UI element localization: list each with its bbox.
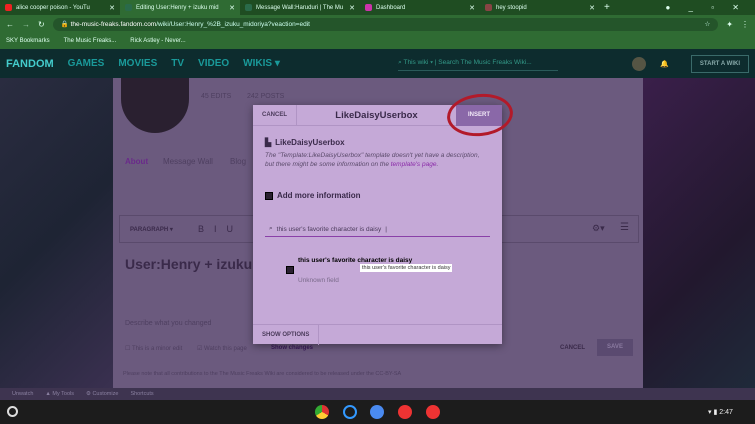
nav-games[interactable]: GAMES: [68, 58, 105, 69]
files-icon[interactable]: [370, 405, 384, 419]
tab-icon: [485, 4, 492, 11]
minor-edit-checkbox[interactable]: ☐ This is a minor edit: [125, 345, 182, 352]
start-wiki-button[interactable]: START A WIKI: [690, 54, 749, 73]
nav-movies[interactable]: MOVIES: [118, 58, 157, 69]
fandom-icon: [245, 4, 252, 11]
paragraph-dropdown[interactable]: PARAGRAPH ▾: [130, 226, 173, 233]
wiki-toolbar: Unwatch ▲ My Tools ⚙ Customize Shortcuts: [0, 388, 755, 400]
add-more-heading: Add more information: [265, 191, 490, 200]
close-icon[interactable]: ✕: [109, 4, 115, 12]
show-options-button[interactable]: SHOW OPTIONS: [253, 325, 320, 345]
bookmark-item[interactable]: The Music Freaks...: [64, 38, 117, 44]
bookmark-item[interactable]: SKY Bookmarks: [6, 38, 50, 44]
lock-icon: 🔒: [60, 21, 71, 28]
template-page-link[interactable]: template's page: [391, 161, 437, 168]
tab-about[interactable]: About: [125, 157, 148, 166]
launcher-icon[interactable]: [7, 406, 18, 417]
cancel-button[interactable]: CANCEL: [253, 104, 297, 126]
extensions-icon[interactable]: ✦: [726, 20, 733, 29]
wiki-search[interactable]: ⌕ This wiki ▾ | Search The Music Freaks …: [398, 56, 559, 71]
show-changes-button[interactable]: Show changes: [271, 345, 313, 351]
parameter-suggestion[interactable]: this user's favorite character is daisy …: [278, 257, 502, 289]
star-icon[interactable]: ☆: [704, 20, 710, 28]
hamburger-icon[interactable]: ☰: [620, 222, 629, 233]
forward-icon[interactable]: →: [22, 20, 30, 29]
template-description: The "Template:LikeDaisyUserbox" template…: [265, 152, 480, 168]
fandom-icon: [125, 4, 132, 11]
avatar[interactable]: [632, 56, 647, 71]
gallery-icon[interactable]: [398, 405, 412, 419]
new-tab-button[interactable]: +: [604, 2, 610, 13]
taskbar: ▾ ▮ 2:47: [0, 400, 755, 424]
profile-avatar: [121, 78, 189, 133]
tab-blog[interactable]: Blog: [230, 157, 246, 166]
back-icon[interactable]: ←: [6, 20, 14, 29]
watch-checkbox[interactable]: ☑ Watch this page: [197, 345, 247, 352]
bell-icon[interactable]: 🔔: [660, 60, 669, 68]
reload-icon[interactable]: ↻: [38, 20, 45, 29]
dialog-footer: SHOW OPTIONS: [253, 324, 502, 345]
summary-input[interactable]: Describe what you changed: [125, 320, 211, 327]
nav-video[interactable]: VIDEO: [198, 58, 229, 69]
background-art-right: [643, 78, 755, 388]
nav-tv[interactable]: TV: [171, 58, 184, 69]
fandom-logo[interactable]: FANDOM: [6, 58, 54, 70]
browser-tab[interactable]: alice cooper poison - YouTu ✕: [0, 0, 120, 15]
browser-tab[interactable]: Message Wall:Haruduri | The Mu ✕: [240, 0, 360, 15]
bookmarks-bar: SKY Bookmarks The Music Freaks... Rick A…: [0, 33, 755, 49]
parameter-icon: [286, 266, 294, 274]
save-button[interactable]: SAVE: [597, 339, 633, 356]
close-icon[interactable]: ✕: [229, 4, 235, 12]
url-input[interactable]: 🔒 the-music-freaks.fandom.com/wiki/User:…: [52, 17, 719, 31]
my-tools-link[interactable]: ▲ My Tools: [45, 391, 74, 397]
fandom-nav: FANDOM GAMES MOVIES TV VIDEO WIKIS ▾ ⌕ T…: [0, 49, 755, 78]
shortcuts-link[interactable]: Shortcuts: [130, 391, 153, 397]
close-icon[interactable]: ✕: [589, 4, 595, 12]
tooltip: this user's favorite character is daisy: [360, 264, 453, 272]
dashboard-icon: [365, 4, 372, 11]
browser-tab[interactable]: Dashboard ✕: [360, 0, 480, 15]
format-buttons[interactable]: BIU: [198, 224, 243, 234]
nav-wikis[interactable]: WIKIS ▾: [243, 58, 280, 69]
search-icon: ⌕: [269, 225, 273, 232]
tab-message-wall[interactable]: Message Wall: [163, 157, 213, 166]
close-icon[interactable]: ✕: [469, 4, 475, 12]
template-heading: ▙ LikeDaisyUserbox: [265, 138, 345, 147]
gear-icon[interactable]: ⚙▾: [592, 223, 605, 234]
calendar-icon[interactable]: [426, 405, 440, 419]
menu-icon[interactable]: ⋮: [741, 20, 749, 29]
cancel-edit-button[interactable]: CANCEL: [560, 345, 585, 351]
unwatch-link[interactable]: Unwatch: [12, 391, 33, 397]
license-notice: Please note that all contributions to th…: [123, 371, 402, 377]
sync-icon[interactable]: [343, 405, 357, 419]
close-icon[interactable]: ✕: [349, 4, 355, 12]
tab-strip: alice cooper poison - YouTu ✕ Editing Use…: [0, 0, 755, 15]
address-bar-row: ← → ↻ 🔒 the-music-freaks.fandom.com/wiki/U…: [0, 15, 755, 33]
browser-tab[interactable]: hey stoopid ✕: [480, 0, 600, 15]
chrome-icon[interactable]: [315, 405, 329, 419]
browser-tab-active[interactable]: Editing User:Henry + izuku mid ✕: [120, 0, 240, 15]
status-tray[interactable]: ▾ ▮ 2:47: [708, 408, 733, 416]
youtube-icon: [5, 4, 12, 11]
background-art-left: [0, 78, 113, 388]
parameter-search-input[interactable]: ⌕ this user's favorite character is daisy…: [265, 222, 490, 237]
dialog-title: LikeDaisyUserbox: [335, 109, 418, 121]
template-dialog: CANCEL LikeDaisyUserbox INSERT ▙ LikeDais…: [253, 104, 502, 345]
puzzle-icon: ▙: [265, 138, 272, 147]
customize-link[interactable]: ⚙ Customize: [86, 391, 118, 397]
bookmark-item[interactable]: Rick Astley - Never...: [130, 38, 185, 44]
window-controls[interactable]: ● _ ▫ ✕: [666, 3, 748, 12]
page-title: User:Henry + izuku: [125, 256, 253, 272]
parameter-icon: [265, 191, 273, 200]
